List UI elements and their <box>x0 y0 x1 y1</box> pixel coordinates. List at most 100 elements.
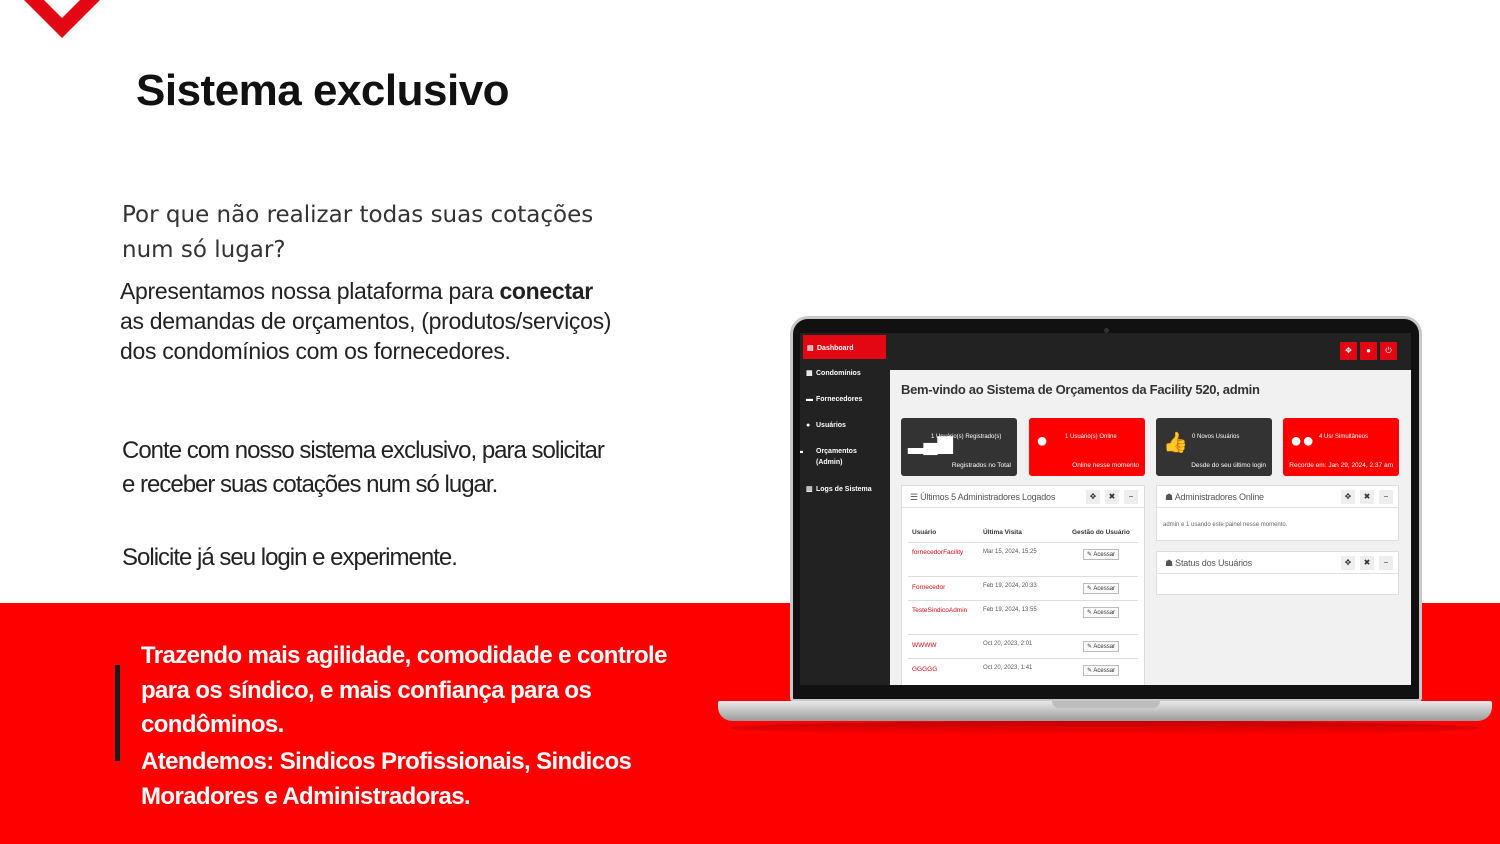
briefcase-icon: ▬ <box>800 446 813 457</box>
sidebar-item-label: Usuários <box>816 422 846 429</box>
sidebar-item-logs[interactable]: ▥ Logs de Sistema <box>806 484 872 495</box>
band-line-4: Atendemos: Sindicos Profissionais, Sindi… <box>141 748 632 775</box>
row-user[interactable]: fornecedorFacility <box>912 547 972 558</box>
online-text: admin e 1 usando este painel nesse momen… <box>1163 522 1288 528</box>
sidebar-item-dashboard[interactable]: ▤ Dashboard <box>803 335 886 359</box>
stat-card-registered: ▂▄▆ 1 Usuário(s) Registrado(s) Registrad… <box>901 418 1017 476</box>
user-icon: ● <box>806 422 811 429</box>
panel-title: Últimos 5 Administradores Logados <box>920 492 1056 502</box>
sidebar-item-label: Fornecedores <box>816 396 863 403</box>
brand-logo-notch <box>44 0 80 18</box>
card-top-text: 1 Usuário(s) Online <box>1065 434 1117 440</box>
stat-card-new: 👍 0 Novos Usuários Desde do seu último l… <box>1156 418 1272 476</box>
profile-icon[interactable]: ● <box>1360 342 1377 360</box>
table-row: GGGGG Oct 20, 2023, 1:41 ✎ Acessar <box>908 658 1138 682</box>
recent-admins-panel: ☰ Últimos 5 Administradores Logados ✥ ✖ … <box>901 485 1145 685</box>
row-date: Feb 19, 2024, 20:33 <box>983 583 1037 589</box>
stat-card-online: ● 1 Usuário(s) Online Online nesse momen… <box>1029 418 1145 476</box>
band-line-5: Moradores e Administradoras. <box>141 783 471 810</box>
card-bottom-text: Registrados no Total <box>951 462 1011 469</box>
move-icon[interactable]: ✥ <box>1341 556 1355 570</box>
card-bottom-text: Online nesse momento <box>1072 462 1139 469</box>
row-date: Feb 19, 2024, 13:55 <box>983 607 1037 613</box>
row-user[interactable]: GGGGG <box>912 664 937 675</box>
minimize-icon[interactable]: − <box>1124 490 1138 504</box>
intro-bold: conectar <box>499 278 593 304</box>
accent-bar <box>115 665 120 761</box>
cta-line-1: Conte com nosso sistema exclusivo, para … <box>122 437 605 464</box>
access-button[interactable]: ✎ Acessar <box>1083 641 1120 652</box>
app-sidebar: ▤ Dashboard ▦ Condomínios ▬ Fornecedores ● U… <box>800 333 890 685</box>
band-line-1: Trazendo mais agilidade, comodidade e co… <box>141 642 667 669</box>
access-label: Acessar <box>1093 586 1116 592</box>
users-icon: ☗ <box>1165 558 1176 568</box>
table-row: Fornecedor Feb 19, 2024, 20:33 ✎ Acessar <box>908 576 1138 600</box>
intro-line-2: as demandas de orçamentos, (produtos/ser… <box>120 308 612 334</box>
close-icon[interactable]: ✖ <box>1360 490 1374 504</box>
table-row: TesteSindicoAdmin Feb 19, 2024, 13:55 ✎ … <box>908 600 1138 634</box>
chart-icon: ▥ <box>806 486 813 493</box>
col-header-manage: Gestão do Usuário <box>1072 529 1130 536</box>
app-screen: ▤ Dashboard ▦ Condomínios ▬ Fornecedores ● U… <box>800 333 1411 685</box>
table-row: fornecedorFacility Mar 15, 2024, 15:25 ✎… <box>908 542 1138 576</box>
col-header-user: Usuário <box>912 529 937 536</box>
question-line-2: num só lugar? <box>122 237 286 263</box>
dashboard-icon: ▤ <box>807 345 814 352</box>
sidebar-item-label: Condomínios <box>816 370 861 377</box>
panel-title: Administradores Online <box>1174 492 1264 502</box>
access-label: Acessar <box>1093 668 1116 674</box>
user-status-panel: ☗ Status dos Usuários ✥ ✖ − <box>1156 551 1399 595</box>
move-icon[interactable]: ✥ <box>1341 490 1355 504</box>
users-icon: ☗ <box>1165 492 1175 502</box>
sidebar-item-condominios[interactable]: ▦ Condomínios <box>806 368 861 379</box>
sidebar-item-usuarios[interactable]: ● Usuários <box>806 420 846 431</box>
card-top-text: 4 Usr Simultâneos <box>1319 434 1369 440</box>
power-icon[interactable]: ⏻ <box>1380 342 1397 360</box>
intro-pre: Apresentamos nossa plataforma para <box>120 278 500 304</box>
sidebar-item-fornecedores[interactable]: ▬ Fornecedores <box>806 394 862 405</box>
move-icon[interactable]: ✥ <box>1086 490 1100 504</box>
band-line-3: condôminos. <box>141 711 284 738</box>
minimize-icon[interactable]: − <box>1379 490 1393 504</box>
card-bottom-text: Recorde em: Jan 29, 2024, 2:37 am <box>1289 462 1393 469</box>
access-button[interactable]: ✎ Acessar <box>1083 607 1120 618</box>
intro-line-3: dos condomínios com os fornecedores. <box>120 338 511 364</box>
row-user[interactable]: TesteSindicoAdmin <box>912 605 972 616</box>
card-bottom-text: Desde do seu último login <box>1191 462 1266 469</box>
thumbs-up-icon: 👍 <box>1163 432 1188 454</box>
briefcase-icon: ▬ <box>806 396 813 403</box>
col-header-last-visit: Última Visita <box>983 529 1022 536</box>
band-line-2: para os síndico, e mais confiança para o… <box>141 677 592 704</box>
laptop-groove <box>1052 701 1160 708</box>
app-topbar: ✥ ● ⏻ <box>890 333 1411 370</box>
row-user[interactable]: Fornecedor <box>912 582 945 593</box>
online-admins-panel: ☗ Administradores Online ✥ ✖ − admin e 1… <box>1156 485 1399 541</box>
login-line: Solicite já seu login e experimente. <box>122 544 458 571</box>
access-label: Acessar <box>1093 610 1116 616</box>
welcome-heading: Bem-vindo ao Sistema de Orçamentos da Fa… <box>901 382 1260 397</box>
access-button[interactable]: ✎ Acessar <box>1083 549 1120 560</box>
sidebar-item-label: Logs de Sistema <box>816 486 872 493</box>
building-icon: ▦ <box>806 370 813 377</box>
user-icon: ● <box>1036 430 1049 452</box>
card-top-text: 1 Usuário(s) Registrado(s) <box>931 434 1002 440</box>
page-title: Sistema exclusivo <box>136 66 510 115</box>
close-icon[interactable]: ✖ <box>1360 556 1374 570</box>
cta-line-2: e receber suas cotações num só lugar. <box>122 471 498 498</box>
access-label: Acessar <box>1093 644 1116 650</box>
users-icon: ●● <box>1290 430 1315 452</box>
stat-card-simultaneous: ●● 4 Usr Simultâneos Recorde em: Jan 29,… <box>1283 418 1399 476</box>
minimize-icon[interactable]: − <box>1379 556 1393 570</box>
row-user[interactable]: WWWW <box>912 640 937 651</box>
move-icon[interactable]: ✥ <box>1340 342 1357 360</box>
close-icon[interactable]: ✖ <box>1105 490 1119 504</box>
access-label: Acessar <box>1093 552 1116 558</box>
access-button[interactable]: ✎ Acessar <box>1083 583 1120 594</box>
table-row: WWWW Oct 20, 2023, 2:01 ✎ Acessar <box>908 634 1138 658</box>
panel-title: Status dos Usuários <box>1175 558 1252 568</box>
access-button[interactable]: ✎ Acessar <box>1083 665 1120 676</box>
sidebar-item-orcamentos[interactable]: ▬Orçamentos (Admin) <box>800 446 874 468</box>
list-icon: ☰ <box>910 492 921 502</box>
card-top-text: 0 Novos Usuários <box>1192 434 1240 440</box>
row-date: Oct 20, 2023, 1:41 <box>983 665 1033 671</box>
